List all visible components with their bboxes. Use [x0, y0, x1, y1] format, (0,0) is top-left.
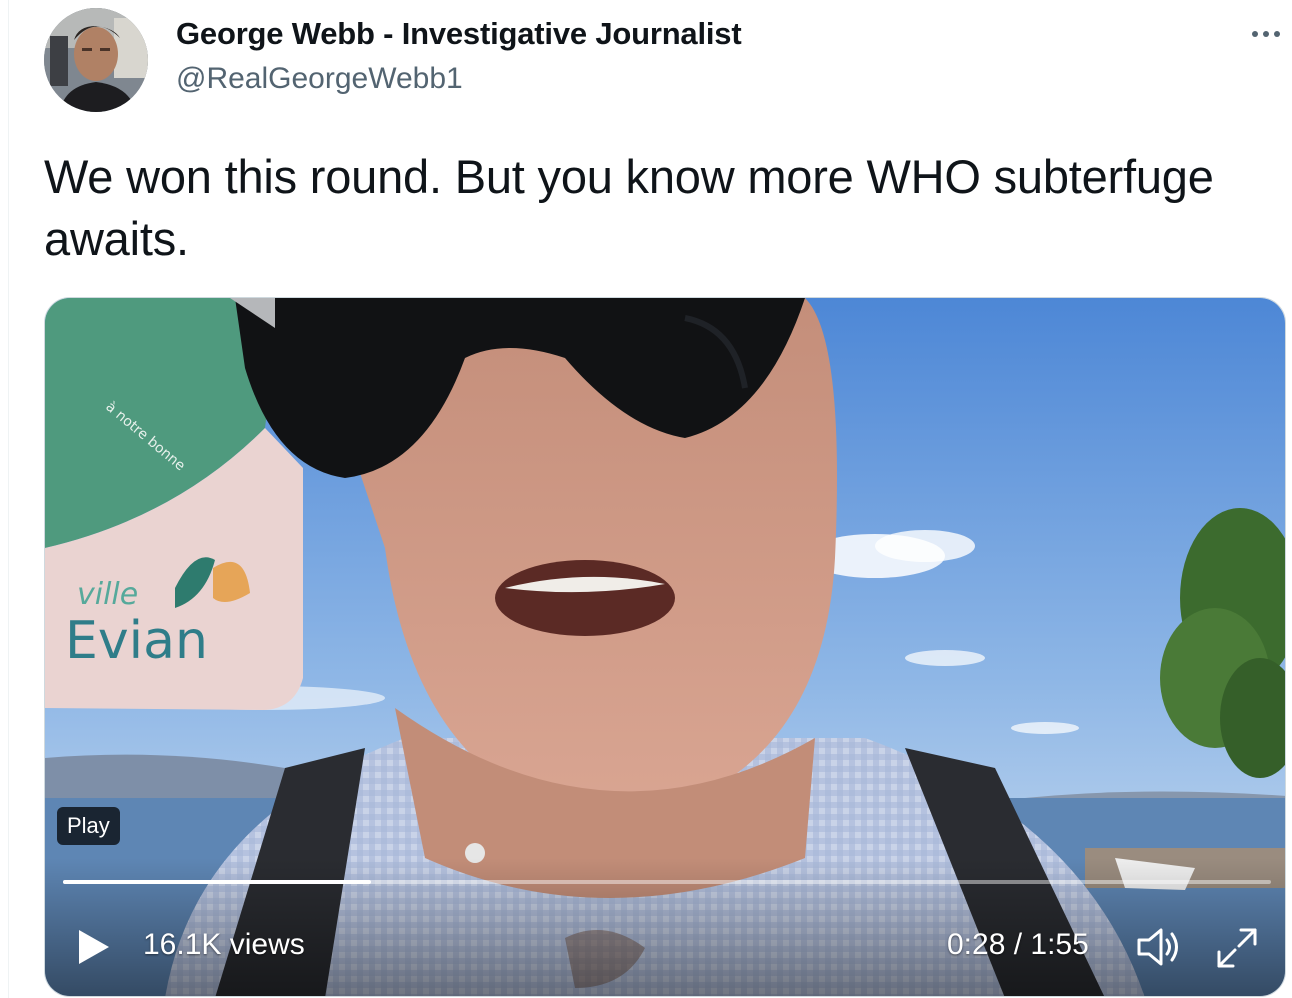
progress-bar[interactable] — [63, 880, 1271, 884]
sign-text-bottom: Evian — [65, 611, 208, 671]
tweet-text: We won this round. But you know more WHO… — [44, 150, 1214, 265]
tweet-page: George Webb - Investigative Journalist @… — [0, 0, 1292, 998]
progress-fill — [63, 880, 372, 884]
view-count: 16.1K views — [143, 928, 305, 961]
volume-icon[interactable] — [1135, 926, 1183, 968]
more-icon-dot — [1274, 31, 1280, 37]
more-button[interactable] — [1244, 20, 1288, 48]
play-icon[interactable] — [77, 928, 111, 966]
avatar[interactable] — [44, 8, 148, 112]
more-icon-dot — [1263, 31, 1269, 37]
video-player[interactable]: à notre bonne ville Evian Play 16.1K vie… — [44, 297, 1286, 997]
author-handle[interactable]: @RealGeorgeWebb1 — [176, 62, 463, 96]
author-name[interactable]: George Webb - Investigative Journalist — [176, 16, 742, 52]
play-badge[interactable]: Play — [57, 807, 120, 845]
sign-text-top: ville — [77, 577, 138, 612]
timeline-divider — [8, 0, 9, 998]
more-icon — [1252, 31, 1258, 37]
video-time: 0:28 / 1:55 — [947, 928, 1089, 961]
fullscreen-icon[interactable] — [1213, 924, 1261, 972]
